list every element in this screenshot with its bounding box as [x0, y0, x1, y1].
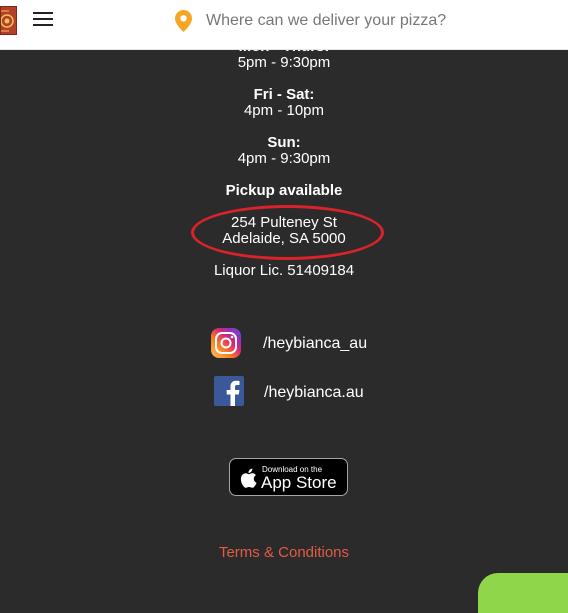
facebook-icon	[214, 376, 244, 406]
address-street: 254 Pulteney St	[231, 214, 337, 231]
facebook-handle: /heybianca.au	[264, 384, 364, 401]
app-store-button[interactable]: Download on the App Store	[229, 458, 348, 496]
liquor-licence: Liquor Lic. 51409184	[213, 262, 355, 279]
facebook-link[interactable]: /heybianca.au	[0, 376, 568, 412]
apple-icon	[240, 468, 257, 488]
top-header	[0, 0, 568, 50]
instagram-link[interactable]: /heybianca_au	[0, 327, 568, 363]
hamburger-menu-icon[interactable]	[33, 12, 53, 28]
sun-label: Sun:	[267, 134, 301, 151]
instagram-icon	[211, 328, 241, 358]
fri-sat-label: Fri - Sat:	[253, 86, 315, 103]
chat-widget-button[interactable]	[478, 573, 568, 613]
address-city: Adelaide, SA 5000	[222, 230, 346, 247]
app-store-label: App Store	[261, 473, 337, 492]
fri-sat-hours: 4pm - 10pm	[243, 102, 325, 119]
terms-conditions-link[interactable]: Terms & Conditions	[0, 544, 568, 561]
location-pin-icon	[175, 10, 192, 32]
instagram-handle: /heybianca_au	[263, 335, 368, 352]
delivery-address-input[interactable]	[200, 8, 552, 34]
brand-logo[interactable]	[0, 6, 17, 35]
sun-hours: 4pm - 9:30pm	[237, 150, 331, 167]
pickup-notice: Pickup available	[225, 182, 343, 199]
mon-thu-hours: 5pm - 9:30pm	[237, 54, 331, 71]
